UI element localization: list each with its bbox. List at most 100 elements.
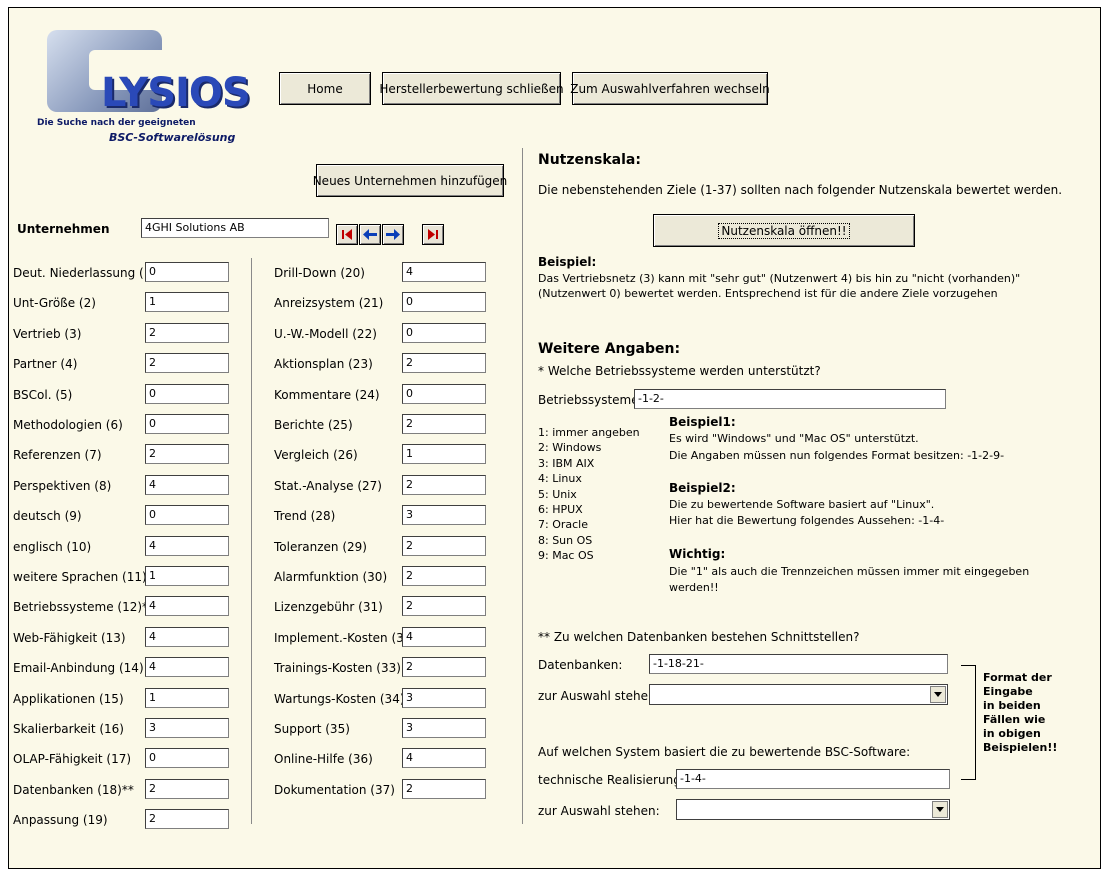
next-record-button[interactable] xyxy=(382,224,404,245)
previous-record-button[interactable] xyxy=(359,224,381,245)
tech-select-dropdown-button[interactable] xyxy=(932,801,948,818)
criterion-value-field[interactable]: 2 xyxy=(402,353,486,374)
criterion-value-field[interactable]: 4 xyxy=(145,657,229,678)
criterion-value-field[interactable]: 2 xyxy=(145,322,229,343)
criterion-value-field[interactable]: 3 xyxy=(145,718,229,738)
criterion-value-field[interactable]: 3 xyxy=(402,687,486,708)
criterion-value-field[interactable]: 2 xyxy=(402,414,486,434)
criterion-value-field[interactable]: 0 xyxy=(145,262,229,282)
criterion-value-field[interactable]: 4 xyxy=(402,262,486,282)
os-list-item: 8: Sun OS xyxy=(538,533,593,547)
os-list-item: 2: Windows xyxy=(538,441,602,455)
criterion-label: Skalierbarkeit (16) xyxy=(13,722,124,736)
criterion-value-field[interactable]: 4 xyxy=(145,474,229,495)
tech-label: technische Realisierung: xyxy=(538,773,685,787)
example-title: Beispiel: xyxy=(538,255,597,269)
criterion-value-field[interactable]: 4 xyxy=(402,626,486,647)
criterion-value-field[interactable]: 4 xyxy=(145,535,229,556)
tech-field[interactable]: -1-4- xyxy=(676,769,950,789)
db-select[interactable] xyxy=(649,684,948,705)
os-field[interactable]: -1-2- xyxy=(634,389,946,409)
criterion-value-field[interactable]: 2 xyxy=(402,657,486,678)
criterion-value-field[interactable]: 4 xyxy=(402,748,486,769)
nutzen-title: Nutzenskala: xyxy=(538,152,641,168)
criterion-value-field[interactable]: 2 xyxy=(402,778,486,799)
company-field[interactable]: 4GHI Solutions AB xyxy=(141,218,329,238)
criterion-value-field[interactable]: 0 xyxy=(145,414,229,434)
criterion-label: U.-W.-Modell (22) xyxy=(274,326,377,341)
db-choose-label: zur Auswahl stehen: xyxy=(538,689,660,703)
criterion-label: Deut. Niederlassung (1) xyxy=(13,266,157,280)
switch-selection-button[interactable]: Zum Auswahlverfahren wechseln xyxy=(570,72,770,105)
criterion-value-field[interactable]: 1 xyxy=(145,687,229,708)
criterion-value-field[interactable]: 4 xyxy=(145,596,229,617)
db-select-dropdown-button[interactable] xyxy=(930,686,946,703)
criterion-label: Aktionsplan (23) xyxy=(274,357,373,372)
column-divider-main xyxy=(522,148,523,824)
criterion-value-field[interactable]: 2 xyxy=(145,809,229,830)
important-title: Wichtig: xyxy=(669,547,726,561)
format-note-line: Eingabe xyxy=(983,685,1033,698)
criterion-value-field[interactable]: 0 xyxy=(402,383,486,404)
chevron-down-icon xyxy=(936,807,944,812)
example-line-1: Das Vertriebsnetz (3) kann mit "sehr gut… xyxy=(538,272,1021,285)
criterion-value-field[interactable]: 2 xyxy=(402,535,486,556)
criterion-label: englisch (10) xyxy=(13,539,92,554)
criterion-value-field[interactable]: 0 xyxy=(402,292,486,313)
criterion-label: Lizenzgebühr (31) xyxy=(274,600,383,615)
criterion-value-field[interactable]: 2 xyxy=(402,474,486,495)
tech-select[interactable] xyxy=(676,799,950,820)
criterion-label: Stat.-Analyse (27) xyxy=(274,478,382,493)
criterion-value-field[interactable]: 4 xyxy=(145,626,229,647)
criterion-value-field[interactable]: 2 xyxy=(402,596,486,617)
format-note-line: Format der xyxy=(983,671,1052,684)
criterion-value-field[interactable]: 2 xyxy=(402,566,486,586)
criterion-value-field[interactable]: 2 xyxy=(145,444,229,465)
criterion-value-field[interactable]: 2 xyxy=(145,353,229,374)
logo-tagline-2: BSC-Softwarelösung xyxy=(109,131,236,144)
last-record-icon xyxy=(428,229,438,240)
criterion-value-field[interactable]: 1 xyxy=(145,566,229,586)
os-list-item: 4: Linux xyxy=(538,472,582,486)
example1-line-2: Die Angaben müssen nun folgendes Format … xyxy=(669,449,1005,462)
first-record-button[interactable] xyxy=(336,224,358,245)
criterion-value-field[interactable]: 3 xyxy=(402,718,486,738)
criterion-label: Applikationen (15) xyxy=(13,691,124,706)
os-list-item: 6: HPUX xyxy=(538,503,583,516)
first-record-icon xyxy=(342,229,352,240)
tech-choose-label: zur Auswahl stehen: xyxy=(538,804,660,818)
criterion-value-field[interactable]: 1 xyxy=(402,444,486,465)
os-list-item: 9: Mac OS xyxy=(538,549,594,563)
criterion-value-field[interactable]: 2 xyxy=(145,778,229,799)
format-note-line: Fällen wie xyxy=(983,713,1046,726)
important-line-2: werden!! xyxy=(669,581,719,594)
criterion-value-field[interactable]: 0 xyxy=(145,505,229,526)
format-note-line: Beispielen!! xyxy=(983,741,1058,754)
criterion-value-field[interactable]: 1 xyxy=(145,292,229,313)
format-note-line: in obigen xyxy=(983,727,1041,740)
criterion-label: Web-Fähigkeit (13) xyxy=(13,630,126,645)
db-question: ** Zu welchen Datenbanken bestehen Schni… xyxy=(538,630,860,644)
criterion-value-field[interactable]: 3 xyxy=(402,505,486,526)
criterion-label: Kommentare (24) xyxy=(274,387,380,402)
close-rating-button[interactable]: Herstellerbewertung schließen xyxy=(379,72,564,105)
os-list-item: 7: Oracle xyxy=(538,518,588,532)
add-company-button[interactable]: Neues Unternehmen hinzufügen xyxy=(313,164,507,197)
last-record-button[interactable] xyxy=(422,224,444,245)
db-field[interactable]: -1-18-21- xyxy=(649,654,948,674)
format-note: Format der Eingabe in beiden Fällen wie in o… xyxy=(983,671,1057,755)
criterion-label: Implement.-Kosten (32) xyxy=(274,630,417,645)
criterion-value-field[interactable]: 0 xyxy=(145,383,229,404)
criterion-label: Support (35) xyxy=(274,722,350,736)
open-scale-button[interactable]: Nutzenskala öffnen!! xyxy=(653,214,915,247)
criterion-value-field[interactable]: 0 xyxy=(402,322,486,343)
criterion-label: Vertrieb (3) xyxy=(13,326,82,341)
home-button[interactable]: Home xyxy=(279,72,371,105)
criterion-label: BSCol. (5) xyxy=(13,387,73,402)
weitere-title: Weitere Angaben: xyxy=(538,341,681,357)
format-note-line: in beiden xyxy=(983,699,1041,712)
column-divider-left xyxy=(251,258,252,824)
criterion-value-field[interactable]: 0 xyxy=(145,748,229,769)
important-line-1: Die "1" als auch die Trennzeichen müssen… xyxy=(669,565,1030,578)
logo-text: LYSIOS xyxy=(101,70,251,116)
